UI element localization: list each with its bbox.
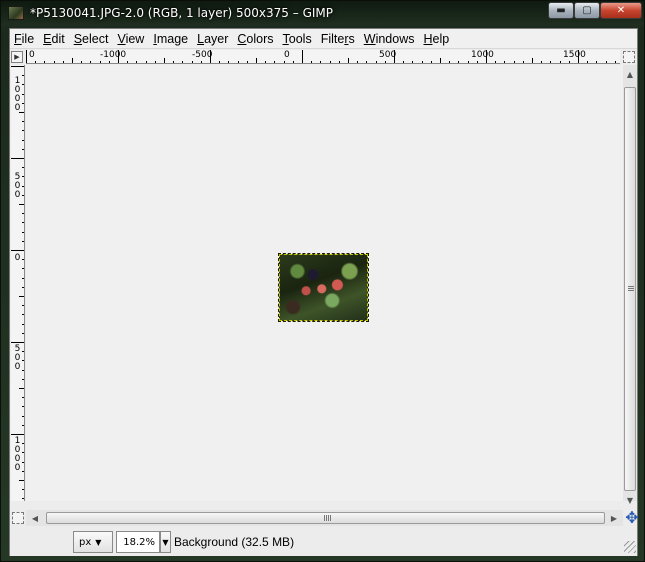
- quick-mask-toggle[interactable]: [12, 512, 24, 524]
- menu-view[interactable]: View: [113, 29, 149, 49]
- menu-layer-label: ayer: [204, 31, 229, 46]
- ruler-left-label: 1 0 0 0: [14, 436, 21, 473]
- ruler-top-label: 1000: [471, 50, 494, 60]
- zoom-to-fit-button[interactable]: [623, 51, 635, 63]
- window-title: *P5130041.JPG-2.0 (RGB, 1 layer) 500x375…: [30, 6, 333, 20]
- menu-view-mnemonic: V: [117, 31, 126, 46]
- grip-icon: [628, 286, 634, 292]
- zoom-input[interactable]: 18.2%: [116, 531, 160, 553]
- horizontal-scrollbar[interactable]: ◀ ▶: [26, 510, 623, 526]
- vertical-scrollbar[interactable]: ▲ ▼: [623, 65, 637, 505]
- unit-dropdown[interactable]: px ▼: [73, 531, 113, 553]
- grip-icon: [324, 515, 331, 521]
- status-message: Background (32.5 MB): [174, 535, 295, 549]
- chevron-down-icon: ▼: [95, 537, 102, 547]
- menu-colors[interactable]: Colors: [233, 29, 278, 49]
- menu-filters-label-start: Filte: [320, 31, 345, 46]
- unit-value: px: [79, 536, 92, 548]
- menu-windows[interactable]: Windows: [360, 29, 420, 49]
- ruler-left-label: 5 0 0: [14, 172, 21, 200]
- menu-view-label: iew: [125, 31, 145, 46]
- maximize-button[interactable]: ▢: [574, 2, 600, 19]
- image-canvas[interactable]: [26, 65, 623, 501]
- menu-file[interactable]: File: [10, 29, 39, 49]
- gimp-window: *P5130041.JPG-2.0 (RGB, 1 layer) 500x375…: [0, 0, 645, 562]
- menu-edit[interactable]: Edit: [39, 29, 70, 49]
- menu-colors-label: olors: [246, 31, 274, 46]
- title-bar[interactable]: *P5130041.JPG-2.0 (RGB, 1 layer) 500x375…: [1, 1, 644, 27]
- ruler-top-label: 500: [379, 50, 397, 60]
- menu-tools[interactable]: Tools: [279, 29, 317, 49]
- scroll-up-icon[interactable]: ▲: [623, 67, 637, 81]
- image-menu-arrow-icon[interactable]: ▶: [11, 51, 23, 63]
- ruler-top-label: 0: [284, 50, 290, 60]
- ruler-top-label: 1500: [563, 50, 586, 60]
- menu-windows-mnemonic: W: [363, 31, 376, 46]
- horizontal-ruler[interactable]: 0 -1000 -500 0 500 1000 1500: [26, 50, 620, 64]
- menu-edit-mnemonic: E: [43, 31, 52, 46]
- menu-filters-label-end: s: [348, 31, 355, 46]
- menu-select[interactable]: Select: [70, 29, 114, 49]
- zoom-dropdown-button[interactable]: ▼: [160, 531, 171, 553]
- vertical-ruler[interactable]: 1 0 0 0 5 0 0 0 5 0 0 1 0 0 0: [11, 65, 25, 501]
- ruler-top-label: 0: [29, 50, 35, 60]
- menu-tools-label: ools: [288, 31, 312, 46]
- menu-select-mnemonic: S: [73, 31, 83, 46]
- menu-edit-label: dit: [51, 31, 65, 46]
- menu-help[interactable]: Help: [419, 29, 454, 49]
- image-window-client: File Edit Select View Image Layer Colors…: [9, 28, 640, 556]
- horizontal-scroll-thumb[interactable]: [46, 512, 605, 524]
- close-button[interactable]: ✕: [600, 2, 642, 19]
- menu-help-mnemonic: H: [423, 31, 433, 46]
- menu-select-label: elect: [82, 31, 109, 46]
- image-thumbnail-icon: [8, 6, 24, 20]
- ruler-left-label: 1 0 0 0: [14, 76, 21, 113]
- menu-file-label: ile: [21, 31, 35, 46]
- menu-image[interactable]: Image: [149, 29, 193, 49]
- scroll-down-icon[interactable]: ▼: [623, 493, 637, 507]
- vertical-scroll-thumb[interactable]: [624, 87, 636, 491]
- menu-image-label: mage: [156, 31, 189, 46]
- scroll-left-icon[interactable]: ◀: [28, 510, 42, 526]
- menu-filters[interactable]: Filters: [317, 29, 360, 49]
- image-photo[interactable]: [279, 254, 368, 321]
- status-bar: px ▼ 18.2% ▼ Background (32.5 MB): [10, 528, 637, 556]
- resize-grip-icon[interactable]: [624, 541, 636, 553]
- menu-bar: File Edit Select View Image Layer Colors…: [10, 29, 637, 49]
- menu-windows-label: indows: [375, 31, 415, 46]
- scroll-right-icon[interactable]: ▶: [607, 510, 621, 526]
- menu-help-label: elp: [432, 31, 450, 46]
- minimize-button[interactable]: ▬: [548, 2, 574, 19]
- menu-layer[interactable]: Layer: [193, 29, 233, 49]
- ruler-left-label: 5 0 0: [14, 344, 21, 372]
- navigate-icon[interactable]: ✥: [624, 510, 640, 526]
- ruler-top-label: -500: [192, 50, 213, 60]
- menu-file-mnemonic: F: [14, 31, 22, 46]
- ruler-top-label: -1000: [100, 50, 127, 60]
- ruler-left-label: 0: [14, 253, 21, 263]
